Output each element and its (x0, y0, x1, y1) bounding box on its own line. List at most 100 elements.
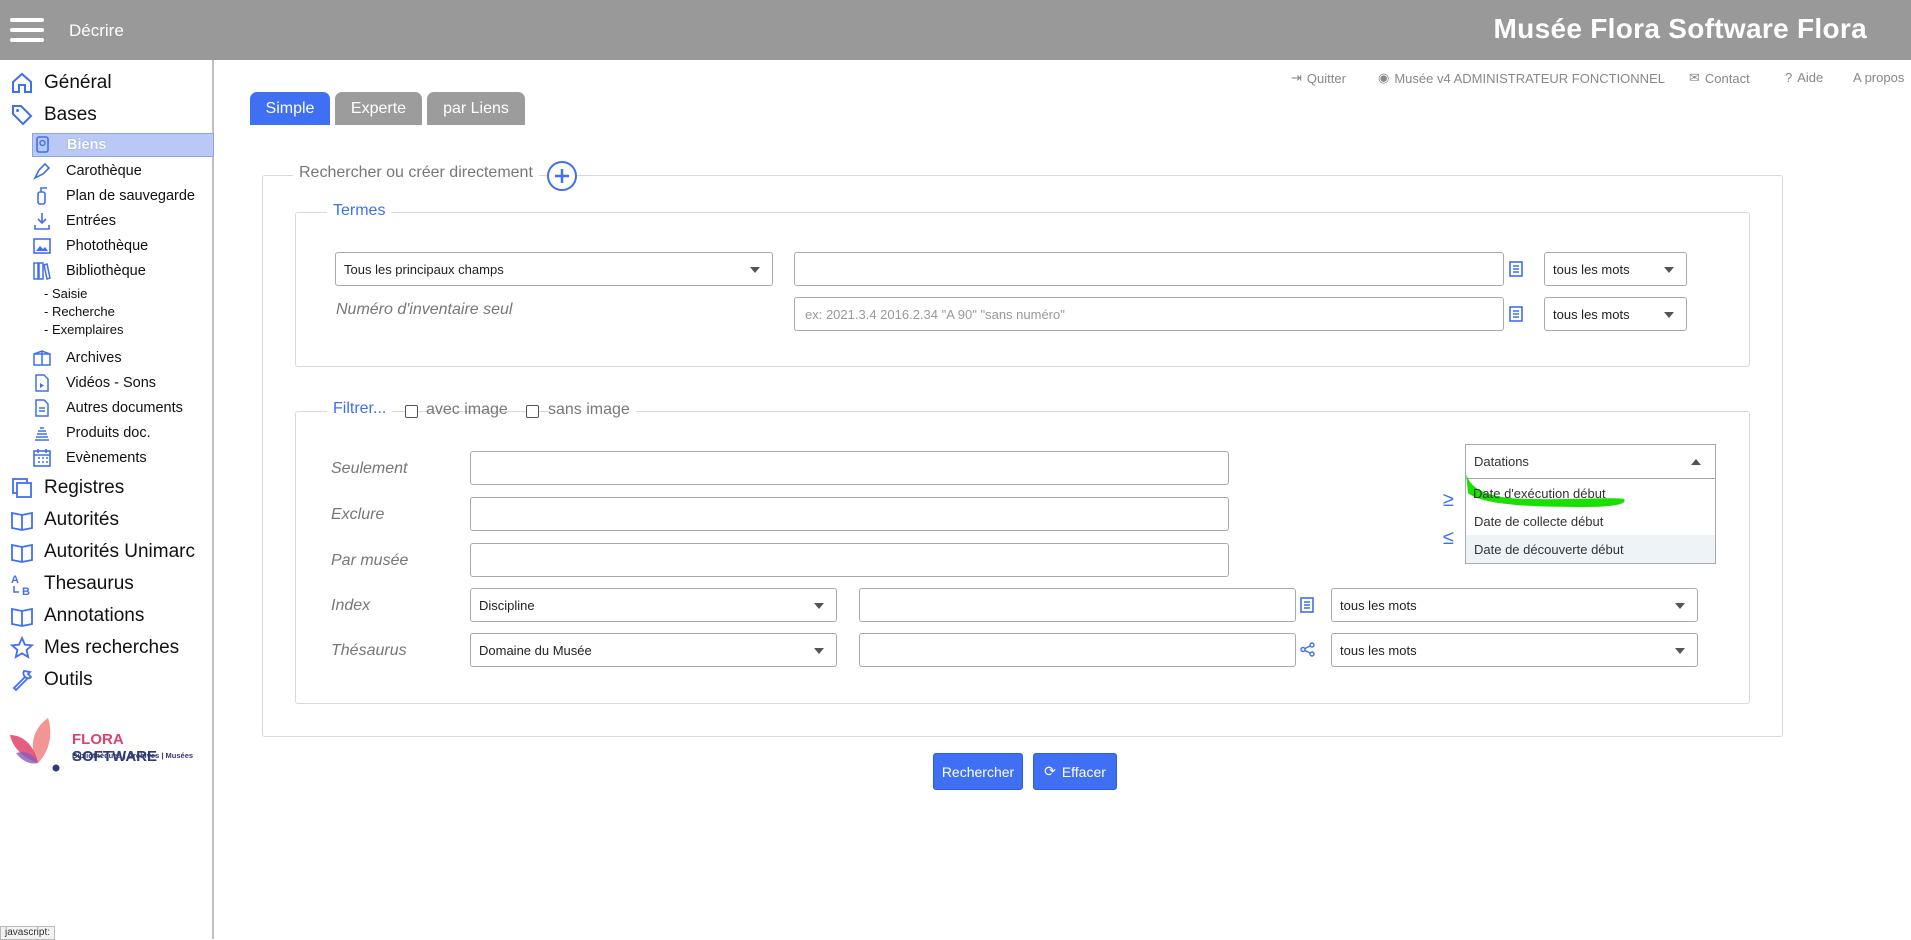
without-image-label: sans image (548, 401, 636, 419)
filter-legend: Filtrer... (327, 400, 393, 418)
sidebar-item-autorites-unimarc[interactable]: Autorités Unimarc (10, 539, 195, 565)
book-icon[interactable] (1509, 306, 1523, 322)
search-button[interactable]: Rechercher (933, 753, 1023, 790)
thesaurus-input[interactable] (859, 633, 1296, 667)
sidebar-item-plan-sauvegarde[interactable]: Plan de sauvegarde (32, 184, 195, 208)
sidebar-item-carotheque[interactable]: Carothèque (32, 159, 142, 183)
sidebar-item-label: Plan de sauvegarde (66, 188, 195, 204)
sidebar-item-label: Photothèque (66, 238, 149, 254)
index-mode-select[interactable]: tous les mots (1331, 588, 1698, 622)
inventory-mode-value: tous les mots (1553, 306, 1630, 322)
sidebar-item-autres-documents[interactable]: Autres documents (32, 396, 183, 420)
sidebar-item-outils[interactable]: Outils (10, 667, 93, 693)
sidebar-item-bibliotheque[interactable]: Bibliothèque (32, 259, 146, 283)
sidebar-item-thesaurus[interactable]: AB Thesaurus (10, 571, 134, 597)
image-icon (33, 238, 51, 254)
hamburger-menu-icon[interactable] (10, 18, 44, 42)
open-book-icon (11, 607, 33, 627)
star-icon (10, 636, 34, 659)
exclude-label: Exclure (331, 506, 385, 523)
dating-option-collecte[interactable]: Date de collecte début (1466, 507, 1715, 535)
sidebar-item-phototheque[interactable]: Photothèque (32, 234, 148, 258)
thesaurus-mode-select[interactable]: tous les mots (1331, 633, 1698, 667)
sidebar-item-produits-doc[interactable]: Produits doc. (32, 421, 151, 445)
by-museum-label: Par musée (331, 552, 409, 569)
dating-option-decouverte[interactable]: Date de découverte début (1466, 535, 1715, 563)
sidebar-item-label: Mes recherches (44, 637, 180, 658)
tab-experte[interactable]: Experte (335, 92, 422, 125)
index-select-value: Discipline (479, 597, 535, 613)
books-icon (33, 262, 51, 280)
question-icon: ? (1785, 70, 1793, 85)
terms-input[interactable] (794, 252, 1504, 286)
inventory-mode-select[interactable]: tous les mots (1544, 297, 1687, 331)
field-select[interactable]: Tous les principaux champs (335, 252, 773, 286)
document-icon (35, 399, 49, 417)
user-link[interactable]: ◉ Musée v4 ADMINISTRATEUR FONCTIONNEL (1378, 70, 1665, 86)
logo-tagline: Bibliothèques | Archives | Musées (72, 751, 194, 760)
sidebar-item-label: Général (44, 72, 112, 93)
sidebar-item-autorites[interactable]: Autorités (10, 507, 119, 533)
greater-equal-button[interactable]: ≥ (1443, 489, 1454, 512)
clear-button[interactable]: ⟳ Effacer (1033, 753, 1117, 790)
registers-icon (12, 478, 32, 498)
thesaurus-select[interactable]: Domaine du Musée (470, 633, 837, 667)
sidebar-item-label: Thesaurus (44, 573, 134, 594)
section-title: Décrire (69, 21, 124, 40)
terms-mode-select[interactable]: tous les mots (1544, 252, 1687, 286)
sidebar-item-mes-recherches[interactable]: Mes recherches (10, 635, 179, 661)
sidebar-item-label: Vidéos - Sons (66, 375, 157, 391)
index-label: Index (331, 597, 371, 614)
chevron-down-icon (1664, 267, 1674, 273)
thesaurus-mode-value: tous les mots (1340, 642, 1417, 658)
quit-link[interactable]: ⇥ Quitter (1291, 70, 1346, 86)
index-input[interactable] (859, 588, 1296, 622)
top-bar: Décrire Musée Flora Software Flora (0, 0, 1911, 60)
thesaurus-label: Thésaurus (331, 642, 407, 659)
less-equal-button[interactable]: ≤ (1443, 527, 1454, 550)
sidebar-item-registres[interactable]: Registres (10, 475, 124, 501)
terms-panel (295, 212, 1750, 367)
thesaurus-select-value: Domaine du Musée (479, 642, 592, 658)
sidebar-item-entrees[interactable]: Entrées (32, 209, 116, 233)
by-museum-input[interactable] (470, 543, 1229, 577)
about-link[interactable]: A propos (1853, 70, 1904, 85)
book-icon[interactable] (1509, 261, 1523, 277)
index-select[interactable]: Discipline (470, 588, 837, 622)
sidebar-item-label: Autres documents (66, 400, 183, 416)
contact-label: Contact (1704, 70, 1750, 86)
sidebar-item-label: Autorités (44, 509, 119, 530)
exclude-input[interactable] (470, 497, 1229, 531)
only-input[interactable] (470, 451, 1229, 485)
add-circle-icon[interactable] (546, 160, 578, 192)
sidebar-item-bases[interactable]: Bases (10, 102, 97, 128)
share-nodes-icon[interactable] (1300, 642, 1315, 657)
sidebar-item-label: Autorités Unimarc (44, 541, 195, 562)
sidebar-item-general[interactable]: Général (10, 70, 112, 96)
download-icon (34, 213, 50, 230)
contact-link[interactable]: ✉ Contact (1689, 70, 1750, 86)
inventory-label: Numéro d'inventaire seul (336, 301, 513, 318)
book-icon[interactable] (1300, 597, 1314, 613)
bibliotheque-exemplaires-link[interactable]: - Exemplaires (44, 322, 123, 337)
tab-simple[interactable]: Simple (250, 92, 330, 125)
index-mode-value: tous les mots (1340, 597, 1417, 613)
sidebar-item-videos-sons[interactable]: Vidéos - Sons (32, 371, 156, 395)
open-book-icon (11, 543, 33, 563)
without-image-checkbox[interactable] (526, 405, 539, 418)
with-image-checkbox[interactable] (405, 405, 418, 418)
sidebar-item-archives[interactable]: Archives (32, 346, 122, 370)
calendar-icon (33, 449, 51, 467)
sidebar-item-biens[interactable]: Biens (32, 133, 214, 157)
help-link[interactable]: ? Aide (1785, 70, 1823, 85)
bibliotheque-saisie-link[interactable]: - Saisie (44, 286, 87, 301)
wrench-icon (12, 670, 33, 692)
sign-out-icon: ⇥ (1291, 70, 1302, 85)
inventory-input[interactable]: ex: 2021.3.4 2016.2.34 "A 90" "sans numé… (794, 297, 1504, 331)
sidebar-item-evenements[interactable]: Evènements (32, 446, 147, 470)
tab-par-liens[interactable]: par Liens (427, 92, 525, 125)
bibliotheque-recherche-link[interactable]: - Recherche (44, 304, 115, 319)
sidebar-item-label: Archives (66, 350, 122, 366)
quit-label: Quitter (1306, 70, 1346, 86)
sidebar-item-annotations[interactable]: Annotations (10, 603, 144, 629)
